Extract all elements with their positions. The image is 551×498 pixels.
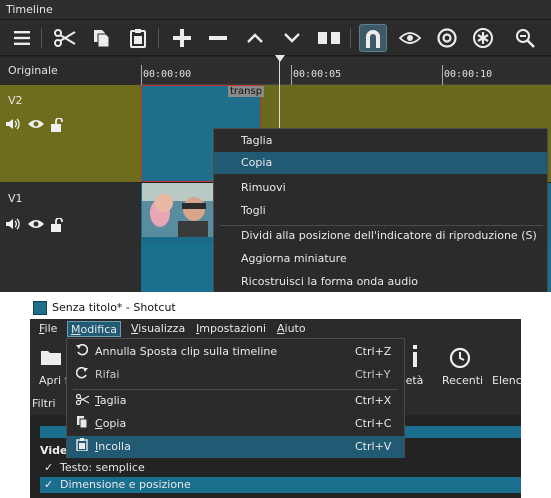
minus-icon[interactable]: [204, 24, 232, 52]
filter-label: Dimensione e posizione: [60, 478, 191, 491]
up-icon[interactable]: [241, 24, 269, 52]
recent-label[interactable]: Recenti: [442, 374, 483, 387]
menu-item-split[interactable]: Dividi alla posizione dell'indicatore di…: [214, 225, 547, 247]
eye-icon[interactable]: [28, 118, 44, 136]
menu-impostazioni[interactable]: Impostazioni: [193, 321, 269, 337]
menu-item-rimuovi[interactable]: Rimuovi: [214, 177, 547, 199]
header-label: Originale: [8, 64, 58, 77]
menu-visualizza[interactable]: Visualizza: [128, 321, 188, 337]
menu-item-taglia[interactable]: Taglia: [214, 130, 547, 152]
plus-icon[interactable]: [168, 24, 196, 52]
menu-item-cut[interactable]: Taglia Ctrl+X: [67, 390, 404, 412]
timeline-title: Timeline: [0, 0, 551, 20]
menu-item-rebuild-waveform[interactable]: Ricostruisci la forma onda audio: [214, 271, 547, 292]
check-icon[interactable]: ✓: [44, 477, 60, 493]
scissors-icon[interactable]: [51, 24, 79, 52]
menu-file[interactable]: File: [36, 321, 60, 337]
clip-thumbnail: [142, 183, 214, 237]
timeline-context-menu: Taglia Copia Rimuovi Togli Dividi alla p…: [213, 128, 548, 292]
undo-icon: [74, 341, 90, 363]
menu-modifica[interactable]: Modifica: [67, 321, 121, 337]
menu-item-redo[interactable]: Rifai Ctrl+Y: [67, 364, 404, 386]
menubar: File Modifica Visualizza Impostazioni Ai…: [30, 319, 521, 339]
clock-icon[interactable]: [449, 347, 471, 374]
menu-aiuto[interactable]: Aiuto: [274, 321, 309, 337]
down-icon[interactable]: [278, 24, 306, 52]
timeline-toolbar: [0, 20, 551, 56]
filters-label: Filtri: [32, 397, 56, 410]
cut-icon: [74, 390, 90, 412]
menu-item-update-thumbnails[interactable]: Aggiorna miniature: [214, 248, 547, 270]
track-v2-header[interactable]: V2: [0, 85, 140, 182]
track-name: V1: [8, 192, 23, 205]
track-name: V2: [8, 94, 23, 107]
clip-label: transp: [228, 86, 265, 97]
lock-open-icon[interactable]: [50, 117, 64, 136]
track-v1-header[interactable]: V1: [0, 183, 140, 292]
redo-icon: [74, 364, 90, 386]
target-icon[interactable]: [433, 24, 461, 52]
properties-icon[interactable]: [410, 345, 420, 372]
check-icon[interactable]: ✓: [44, 460, 60, 476]
copy-icon[interactable]: [87, 24, 115, 52]
speaker-icon[interactable]: [6, 118, 22, 136]
ruler-tick-label: 00:00:10: [444, 69, 493, 80]
asterisk-icon[interactable]: [469, 24, 497, 52]
menu-item-undo[interactable]: Annulla Sposta clip sulla timeline Ctrl+…: [67, 341, 404, 363]
menu-icon[interactable]: [8, 24, 36, 52]
edit-menu-dropdown: Annulla Sposta clip sulla timeline Ctrl+…: [66, 338, 405, 458]
magnet-icon[interactable]: [359, 24, 387, 52]
lock-open-icon[interactable]: [50, 217, 64, 236]
ruler-tick-label: 00:00:05: [293, 69, 342, 80]
paste-icon[interactable]: [124, 24, 152, 52]
filter-row[interactable]: ✓ Dimensione e posizione: [40, 477, 521, 493]
split-icon[interactable]: [315, 24, 343, 52]
menu-item-paste[interactable]: Incolla Ctrl+V: [67, 436, 404, 458]
menu-item-copy[interactable]: Copia Ctrl+C: [67, 413, 404, 435]
eye-icon[interactable]: [28, 218, 44, 236]
menu-item-copia[interactable]: Copia: [214, 152, 547, 174]
playhead-marker[interactable]: [275, 55, 285, 62]
folder-icon[interactable]: [40, 347, 62, 371]
ruler-tick-label: 00:00:00: [143, 69, 192, 80]
speaker-icon[interactable]: [6, 218, 22, 236]
filter-row[interactable]: ✓ Testo: semplice: [40, 460, 521, 476]
window-titlebar: Senza titolo* - Shotcut: [30, 298, 521, 319]
playlist-label[interactable]: Elenco: [492, 374, 521, 387]
paste-icon: [74, 436, 90, 458]
copy-icon: [74, 413, 90, 435]
zoom-out-icon[interactable]: [511, 24, 539, 52]
app-icon: [33, 301, 47, 315]
video-filters-header: Vide: [40, 444, 68, 457]
timeline-ruler[interactable]: 00:00:00 00:00:05 00:00:10: [140, 57, 551, 85]
window-title: Senza titolo* - Shotcut: [52, 301, 176, 314]
eye-icon[interactable]: [396, 24, 424, 52]
filter-label: Testo: semplice: [60, 461, 145, 474]
timeline-panel: Timeline Originale 00:00:00 00:00:05 00:…: [0, 0, 551, 292]
menu-item-togli[interactable]: Togli: [214, 200, 547, 222]
